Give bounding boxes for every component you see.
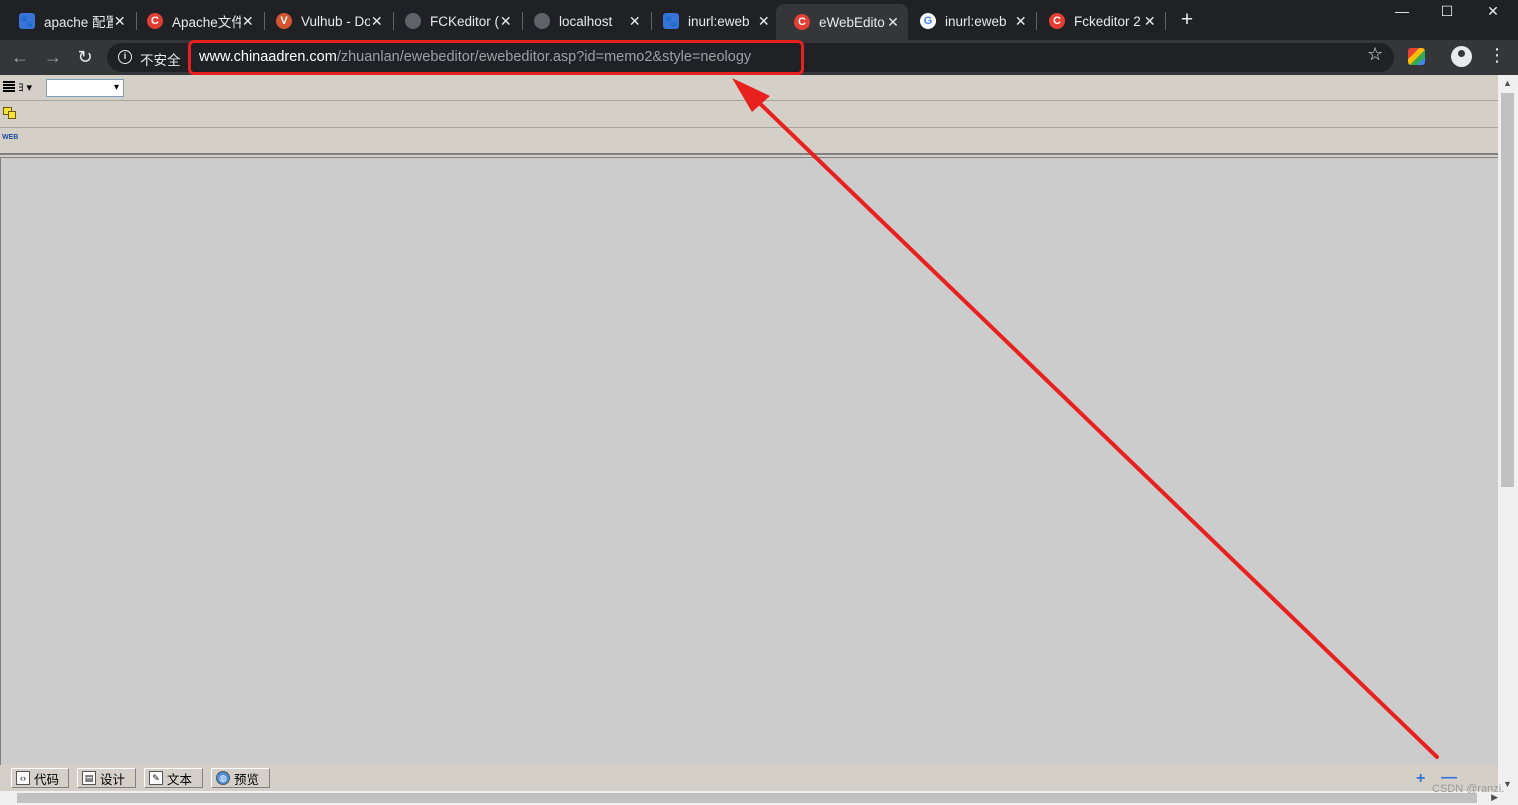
globe-icon <box>534 13 550 29</box>
paw-icon: 🐾 <box>19 13 35 29</box>
editor-toolbar-row-2 <box>0 101 1498 128</box>
tab-2[interactable]: V Vulhub - Do ✕ <box>258 6 392 36</box>
scroll-up-icon[interactable]: ▲ <box>1503 78 1512 88</box>
editor-mode-bar: ‹› 代码 ▤ 设计 ✎ 文本 ◍ 预览 + — <box>0 765 1498 791</box>
close-icon[interactable]: ✕ <box>757 13 771 29</box>
paw-icon: 🐾 <box>663 13 679 29</box>
close-window-icon[interactable]: ✕ <box>1470 0 1516 24</box>
editor-toolbar-row-3: WEB <box>0 128 1498 155</box>
tab-title: apache 配置 <box>44 15 113 30</box>
design-mode-button[interactable]: ▤ 设计 <box>77 768 136 788</box>
tab-8[interactable]: C Fckeditor 2 ✕ <box>1031 6 1165 36</box>
tab-strip: 🐾 apache 配置 ✕ C Apache文件 ✕ V Vulhub - Do… <box>0 0 1518 40</box>
web-link-icon[interactable]: WEB <box>2 134 18 148</box>
scroll-down-icon[interactable]: ▼ <box>1503 779 1512 789</box>
globe-icon <box>405 13 421 29</box>
close-icon[interactable]: ✕ <box>499 13 513 29</box>
text-icon: ✎ <box>149 771 163 785</box>
close-icon[interactable]: ✕ <box>1143 13 1157 29</box>
tab-title: Apache文件 <box>172 15 241 30</box>
reload-icon[interactable]: ↻ <box>74 46 96 68</box>
csdn-icon: C <box>147 13 163 29</box>
horizontal-scrollbar[interactable]: ▶ <box>0 791 1518 805</box>
zoom-in-icon[interactable]: + <box>1416 770 1425 788</box>
tab-3[interactable]: FCKeditor ( ✕ <box>387 6 521 36</box>
new-tab-icon[interactable]: + <box>1177 9 1197 31</box>
vulhub-icon: V <box>276 13 292 29</box>
close-icon[interactable]: ✕ <box>886 14 900 30</box>
tab-title: inurl:eweb <box>688 13 750 29</box>
mode-label: 文本 <box>167 772 193 787</box>
globe-icon: ◍ <box>216 771 230 785</box>
scroll-thumb[interactable] <box>17 793 1477 803</box>
preview-mode-button[interactable]: ◍ 预览 <box>211 768 270 788</box>
csdn-icon: C <box>1049 13 1065 29</box>
close-icon[interactable]: ✕ <box>1014 13 1028 29</box>
close-icon[interactable]: ✕ <box>241 13 255 29</box>
tab-title: Fckeditor 2 <box>1074 13 1141 29</box>
tab-title: eWebEdito <box>819 14 885 30</box>
mode-label: 预览 <box>234 772 260 787</box>
tab-0[interactable]: 🐾 apache 配置 ✕ <box>1 6 135 36</box>
tab-title: FCKeditor ( <box>430 13 499 29</box>
url-host: www.chinaadren.com <box>199 49 337 65</box>
close-icon[interactable]: ✕ <box>628 13 642 29</box>
watermark: CSDN @ranzi. <box>1432 783 1505 795</box>
editor-page: ﾖ ▾ ▾ WEB ‹› 代码 ▤ 设计 ✎ 文本 ◍ 预览 + — ▲ ▼ ▶ <box>0 75 1518 805</box>
bookmark-star-icon[interactable]: ☆ <box>1367 44 1383 65</box>
tab-title: inurl:eweb <box>945 13 1007 29</box>
text-mode-button[interactable]: ✎ 文本 <box>144 768 203 788</box>
paragraph-select[interactable]: ﾖ ▾ <box>18 79 44 96</box>
code-icon: ‹› <box>16 771 30 785</box>
browser-toolbar: ← → ↻ i 不安全 www.chinaadren.com/zhuanlan/… <box>0 40 1518 75</box>
security-label[interactable]: 不安全 <box>140 49 181 69</box>
editor-content-area[interactable] <box>0 157 1498 765</box>
tab-title: Vulhub - Do <box>301 13 370 29</box>
forward-icon[interactable]: → <box>42 46 64 68</box>
url-text[interactable]: www.chinaadren.com/zhuanlan/ewebeditor/e… <box>199 49 751 65</box>
maximize-icon[interactable]: ☐ <box>1424 0 1470 24</box>
tab-4[interactable]: localhost ✕ <box>516 6 650 36</box>
extension-icon[interactable] <box>1408 48 1425 65</box>
font-select[interactable]: ▾ <box>46 79 124 97</box>
tab-5[interactable]: 🐾 inurl:eweb ✕ <box>645 6 779 36</box>
mode-label: 设计 <box>100 772 126 787</box>
tab-title: localhost <box>559 13 613 29</box>
mode-label: 代码 <box>34 772 60 787</box>
menu-dots-icon[interactable]: ⋮ <box>1488 45 1506 66</box>
url-path: /zhuanlan/ewebeditor/ewebeditor.asp?id=m… <box>336 49 752 65</box>
close-icon[interactable]: ✕ <box>113 13 127 29</box>
insert-table-icon[interactable] <box>3 107 16 119</box>
editor-toolbar-row-1: ﾖ ▾ ▾ <box>0 75 1498 101</box>
address-bar[interactable]: i 不安全 www.chinaadren.com/zhuanlan/ewebed… <box>107 43 1394 72</box>
minimize-icon[interactable]: — <box>1379 0 1425 24</box>
close-icon[interactable]: ✕ <box>370 13 384 29</box>
back-icon[interactable]: ← <box>9 46 31 68</box>
tab-7[interactable]: G inurl:eweb ✕ <box>902 6 1036 36</box>
tab-1[interactable]: C Apache文件 ✕ <box>129 6 263 36</box>
profile-icon[interactable] <box>1451 46 1472 67</box>
info-icon[interactable]: i <box>118 50 132 64</box>
scroll-thumb[interactable] <box>1501 93 1514 487</box>
design-icon: ▤ <box>82 771 96 785</box>
format-icon[interactable] <box>3 81 15 92</box>
tab-6-active[interactable]: C eWebEdito ✕ <box>776 4 908 40</box>
code-mode-button[interactable]: ‹› 代码 <box>11 768 69 788</box>
vertical-scrollbar[interactable]: ▲ ▼ <box>1498 75 1518 791</box>
csdn-icon: C <box>794 14 810 30</box>
google-icon: G <box>920 13 936 29</box>
